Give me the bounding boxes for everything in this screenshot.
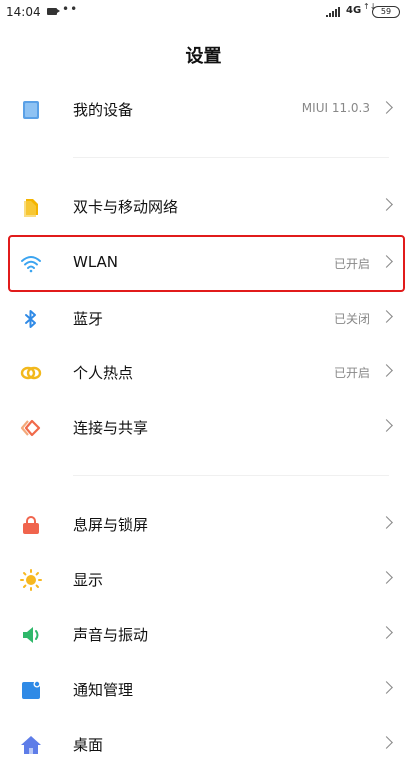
bluetooth-icon xyxy=(20,308,42,330)
lock-icon xyxy=(20,514,42,536)
settings-item-label: 桌面 xyxy=(73,736,104,754)
settings-item-label: 声音与振动 xyxy=(73,626,149,644)
chevron-right-icon xyxy=(380,736,393,749)
section-divider xyxy=(73,157,389,158)
chevron-right-icon xyxy=(380,198,393,211)
chevron-right-icon xyxy=(380,364,393,377)
status-dots: •• xyxy=(62,2,79,16)
sim-card-icon xyxy=(20,196,42,218)
phone-device-icon xyxy=(20,99,42,121)
signal-icon xyxy=(326,7,342,17)
settings-item-label: 连接与共享 xyxy=(73,419,149,437)
page-title: 设置 xyxy=(185,46,222,67)
sun-icon xyxy=(20,569,42,591)
video-icon xyxy=(47,8,60,15)
chevron-right-icon xyxy=(380,310,393,323)
settings-item-label: 通知管理 xyxy=(73,681,134,699)
status-bar: 14:04 •• 4G ↑↓ 59 xyxy=(0,0,407,24)
settings-item-label: 显示 xyxy=(73,571,104,589)
chevron-right-icon xyxy=(380,419,393,432)
settings-item-value: MIUI 11.0.3 xyxy=(301,101,370,115)
chevron-right-icon xyxy=(380,571,393,584)
settings-item-connection-sharing[interactable]: 连接与共享 xyxy=(0,401,407,453)
settings-item-value: 已开启 xyxy=(333,366,370,380)
chevron-right-icon xyxy=(380,681,393,694)
settings-item-label: 息屏与锁屏 xyxy=(73,516,149,534)
settings-item-hotspot[interactable]: 个人热点 已开启 xyxy=(0,346,407,398)
settings-item-bluetooth[interactable]: 蓝牙 已关闭 xyxy=(0,292,407,344)
chevron-right-icon xyxy=(380,101,393,114)
settings-item-label: 我的设备 xyxy=(73,101,134,119)
settings-item-label: 蓝牙 xyxy=(73,310,104,328)
settings-item-label: 双卡与移动网络 xyxy=(73,198,179,216)
settings-item-lock-screen[interactable]: 息屏与锁屏 xyxy=(0,498,407,550)
status-time: 14:04 xyxy=(6,5,41,19)
notification-icon xyxy=(20,679,42,701)
home-icon xyxy=(20,734,42,756)
settings-item-sound[interactable]: 声音与振动 xyxy=(0,608,407,660)
network-type: 4G xyxy=(346,5,362,16)
hotspot-icon xyxy=(20,362,42,384)
settings-item-my-device[interactable]: 我的设备 MIUI 11.0.3 xyxy=(0,83,407,135)
settings-item-label: 个人热点 xyxy=(73,364,134,382)
speaker-icon xyxy=(20,624,42,646)
settings-item-notifications[interactable]: 通知管理 xyxy=(0,663,407,715)
chevron-right-icon xyxy=(380,516,393,529)
share-icon xyxy=(20,417,42,439)
settings-item-dual-sim[interactable]: 双卡与移动网络 xyxy=(0,180,407,232)
chevron-right-icon xyxy=(380,626,393,639)
settings-item-home-screen[interactable]: 桌面 xyxy=(0,718,407,770)
settings-item-value: 已关闭 xyxy=(333,312,370,326)
section-divider xyxy=(73,475,389,476)
settings-item-display[interactable]: 显示 xyxy=(0,553,407,605)
wlan-highlight-box xyxy=(8,235,405,292)
battery-icon: 59 xyxy=(372,6,400,18)
